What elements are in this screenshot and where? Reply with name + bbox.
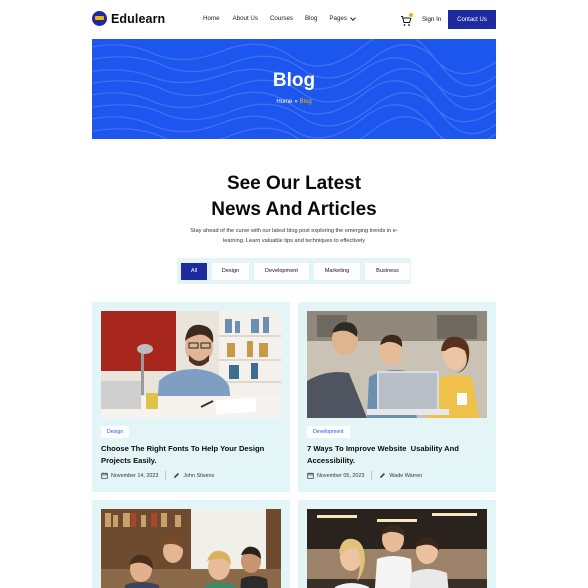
filter-all[interactable]: All bbox=[181, 262, 207, 280]
breadcrumb-home[interactable]: Home bbox=[276, 99, 292, 105]
section-description-line2: learning. Learn valuable tips and techni… bbox=[222, 238, 365, 244]
team-laptop-photo bbox=[307, 311, 487, 418]
man-writing-photo bbox=[101, 311, 281, 418]
blog-card-meta: November 05, 2023 Wade Warren bbox=[307, 471, 422, 480]
chevron-down-icon bbox=[350, 14, 356, 21]
calendar-icon bbox=[307, 472, 314, 479]
blog-card[interactable]: Design Choose The Right Fonts To Help Yo… bbox=[92, 302, 290, 492]
blog-card-title[interactable]: Choose The Right Fonts To Help Your Desi… bbox=[101, 443, 281, 466]
post-date: November 05, 2023 bbox=[317, 472, 365, 479]
section-description: Stay ahead of the curve with our latest … bbox=[178, 226, 410, 246]
filter-design[interactable]: Design bbox=[212, 262, 249, 280]
brand-logo[interactable]: Edulearn bbox=[92, 11, 165, 26]
nav-blog[interactable]: Blog bbox=[305, 15, 317, 22]
nav-blog-label: Blog bbox=[305, 15, 318, 22]
blog-card-image[interactable] bbox=[101, 509, 281, 588]
filter-marketing[interactable]: Marketing bbox=[314, 262, 360, 280]
blog-card-meta: November 14, 2023 John Stivens bbox=[101, 471, 214, 480]
meta-divider bbox=[371, 471, 373, 480]
blog-card[interactable]: Development 7 Ways To Improve Website Us… bbox=[298, 302, 496, 492]
section-heading-line2: News And Articles bbox=[211, 199, 377, 220]
blog-card-image[interactable] bbox=[101, 311, 281, 418]
blog-card-title-line1: 7 Ways To Improve Website Usability And bbox=[307, 444, 459, 453]
pen-icon bbox=[173, 472, 180, 479]
blog-card-image[interactable] bbox=[307, 311, 487, 418]
blog-card[interactable] bbox=[298, 500, 496, 588]
blog-card[interactable] bbox=[92, 500, 290, 588]
section-heading: See Our Latest News And Articles bbox=[0, 171, 588, 223]
post-author[interactable]: John Stivens bbox=[183, 473, 214, 479]
nav-courses[interactable]: Courses bbox=[270, 15, 293, 22]
blog-card-title-line2: Accessibility. bbox=[307, 455, 355, 465]
nav-pages[interactable]: Pages bbox=[329, 14, 356, 22]
blog-card-image[interactable] bbox=[307, 509, 487, 588]
sign-in-link[interactable]: Sign In bbox=[422, 16, 441, 23]
category-tag[interactable]: Design bbox=[101, 426, 130, 438]
nav-home[interactable]: Home bbox=[203, 15, 220, 22]
page-title: Blog bbox=[272, 70, 316, 91]
main-nav: Home About Us Courses Blog Pages bbox=[203, 14, 356, 22]
category-filter-bar: All Design Development Marketing Busines… bbox=[177, 258, 411, 284]
meta-divider bbox=[165, 471, 167, 480]
cart-badge bbox=[408, 12, 414, 18]
breadcrumb-separator: » bbox=[294, 99, 298, 105]
section-description-line1: Stay ahead of the curve with our latest … bbox=[190, 228, 398, 234]
post-date: November 14, 2023 bbox=[111, 472, 159, 479]
blog-card-title-line1: Choose The Right Fonts To Help Your Desi… bbox=[101, 444, 265, 453]
nav-home-label: Home bbox=[203, 15, 220, 22]
site-header: Edulearn Home About Us Courses Blog Page… bbox=[0, 0, 588, 40]
pen-icon bbox=[379, 472, 386, 479]
library-group-photo bbox=[101, 509, 281, 588]
nav-pages-label: Pages bbox=[329, 15, 347, 22]
cart-button[interactable] bbox=[398, 12, 414, 28]
blog-card-title[interactable]: 7 Ways To Improve Website Usability And … bbox=[307, 443, 487, 466]
office-team-photo bbox=[307, 509, 487, 588]
blog-card-title-line2: Projects Easily. bbox=[101, 455, 157, 465]
breadcrumb-current: Blog bbox=[299, 99, 312, 105]
breadcrumb: Home» Blog bbox=[92, 99, 496, 105]
post-author[interactable]: Wade Warren bbox=[389, 473, 422, 479]
category-tag[interactable]: Development bbox=[307, 426, 350, 438]
section-heading-line1: See Our Latest bbox=[226, 173, 362, 194]
hero-banner: Blog Home» Blog bbox=[92, 39, 496, 139]
filter-business[interactable]: Business bbox=[365, 262, 410, 280]
filter-development[interactable]: Development bbox=[254, 262, 309, 280]
brand-name: Edulearn bbox=[111, 11, 166, 26]
nav-about-us[interactable]: About Us bbox=[233, 15, 258, 22]
calendar-icon bbox=[101, 472, 108, 479]
nav-about-label: About Us bbox=[232, 15, 258, 22]
nav-courses-label: Courses bbox=[269, 15, 294, 22]
contact-us-button[interactable]: Contact Us bbox=[448, 10, 496, 29]
graduation-cap-icon bbox=[92, 11, 107, 26]
